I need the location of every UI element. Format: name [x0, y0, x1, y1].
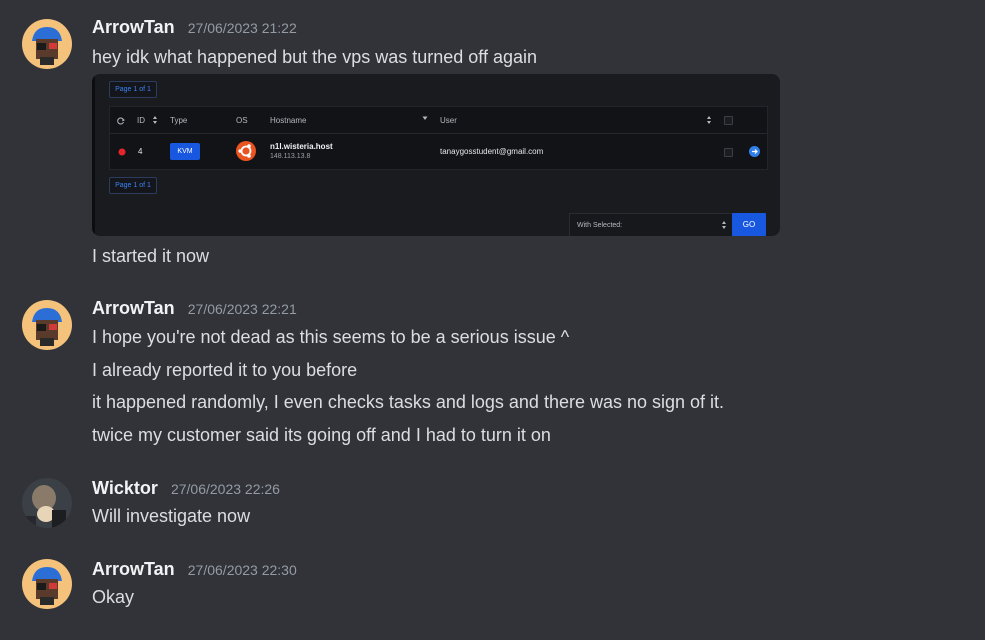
col-hostname[interactable]: Hostname [270, 116, 306, 125]
pager-top: Page 1 of 1 [109, 81, 157, 98]
row-hostname[interactable]: n1l.wisteria.host [270, 142, 333, 151]
author-name[interactable]: Wicktor [92, 478, 158, 498]
col-id[interactable]: ID [137, 116, 145, 125]
select-all-checkbox[interactable] [724, 116, 733, 125]
avatar[interactable] [22, 300, 72, 350]
message-text: I already reported it to you before [92, 360, 358, 380]
message-text: Okay [92, 587, 135, 607]
row-user[interactable]: tanaygosstudent@gmail.com [440, 147, 543, 156]
col-type[interactable]: Type [170, 116, 187, 125]
select-arrows-icon [722, 221, 726, 229]
timestamp: 27/06/2023 21:22 [187, 20, 297, 36]
refresh-icon [117, 117, 125, 125]
message-text: twice my customer said its going off and… [92, 425, 551, 445]
cartoon-avatar-icon [22, 559, 72, 609]
avatar[interactable] [22, 478, 72, 528]
with-selected-select[interactable]: With Selected: [569, 213, 733, 236]
table-header: ID Type OS Hostname User [110, 107, 767, 134]
status-dot-icon [118, 148, 126, 156]
table-row[interactable]: 4 KVM n1l.wisteria.host 148.113.13.8 tan… [110, 134, 767, 169]
sort-down-icon[interactable] [422, 116, 428, 121]
row-id: 4 [138, 147, 143, 156]
author-name[interactable]: ArrowTan [92, 559, 175, 579]
avatar[interactable] [22, 559, 72, 609]
message-text: I hope you're not dead as this seems to … [92, 327, 570, 347]
timestamp: 27/06/2023 22:21 [187, 301, 297, 317]
message-text: Will investigate now [92, 506, 251, 526]
sort-icon[interactable] [152, 115, 158, 125]
row-checkbox[interactable] [724, 148, 733, 157]
photo-avatar-icon [22, 478, 72, 528]
message-text: I started it now [92, 246, 210, 266]
pager-bottom: Page 1 of 1 [109, 177, 157, 194]
timestamp: 27/06/2023 22:26 [170, 481, 280, 497]
cartoon-avatar-icon [22, 19, 72, 69]
col-os[interactable]: OS [236, 116, 248, 125]
col-user[interactable]: User [440, 116, 457, 125]
type-badge: KVM [170, 143, 200, 160]
author-name[interactable]: ArrowTan [92, 298, 175, 318]
avatar[interactable] [22, 19, 72, 69]
vps-table: ID Type OS Hostname User 4 KVM n1l.wiste… [109, 106, 768, 170]
sort-icon[interactable] [706, 115, 712, 125]
arrow-right-circle-icon[interactable] [749, 146, 760, 157]
with-selected-label: With Selected: [577, 222, 623, 229]
row-ip: 148.113.13.8 [270, 153, 311, 160]
cartoon-avatar-icon [22, 300, 72, 350]
attachment-edge [92, 74, 95, 236]
ubuntu-logo-icon [236, 141, 256, 161]
go-button[interactable]: GO [732, 213, 766, 236]
message-text: it happened randomly, I even checks task… [92, 392, 725, 412]
message-text: hey idk what happened but the vps was tu… [92, 47, 537, 67]
timestamp: 27/06/2023 22:30 [187, 562, 297, 578]
image-attachment[interactable]: Page 1 of 1 ID Type OS Hostname User 4 K… [92, 74, 780, 236]
author-name[interactable]: ArrowTan [92, 17, 175, 37]
